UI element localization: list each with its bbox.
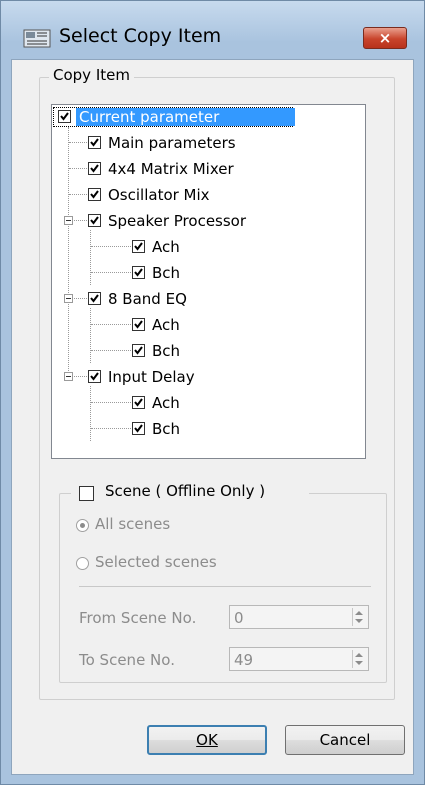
scene-checkbox[interactable] xyxy=(79,486,94,501)
checkmark-icon xyxy=(90,216,99,225)
checkmark-icon xyxy=(134,268,143,277)
from-scene-label: From Scene No. xyxy=(79,609,197,627)
checkmark-icon xyxy=(90,164,99,173)
tree-item-8-band-eq-bch[interactable]: Bch xyxy=(152,342,180,360)
to-scene-label: To Scene No. xyxy=(79,651,175,669)
collapse-icon[interactable] xyxy=(64,216,73,225)
checkmark-icon xyxy=(134,346,143,355)
checkbox-8-band-eq[interactable] xyxy=(88,292,101,305)
tree-item-input-delay-ach[interactable]: Ach xyxy=(152,394,180,412)
window-title: Select Copy Item xyxy=(59,25,222,47)
scene-separator xyxy=(79,586,371,587)
ok-button[interactable]: OK xyxy=(147,725,267,755)
tree-item-speaker-processor-bch[interactable]: Bch xyxy=(152,264,180,282)
checkmark-icon xyxy=(134,242,143,251)
checkmark-icon xyxy=(90,372,99,381)
selected-scenes-label[interactable]: Selected scenes xyxy=(95,553,217,571)
cancel-label: Cancel xyxy=(319,731,371,749)
to-scene-spinbox[interactable]: 49 xyxy=(229,647,369,671)
checkbox-input-delay-ach[interactable] xyxy=(132,396,145,409)
all-scenes-label[interactable]: All scenes xyxy=(95,515,170,533)
close-icon: × xyxy=(378,29,392,47)
tree-item-oscillator-mix[interactable]: Oscillator Mix xyxy=(108,186,210,204)
selected-scenes-radio[interactable] xyxy=(76,557,89,570)
tree-item-speaker-processor[interactable]: Speaker Processor xyxy=(108,212,246,230)
collapse-icon[interactable] xyxy=(64,294,73,303)
copy-item-tree[interactable]: Current parameter Main parameters 4x4 Ma… xyxy=(51,104,366,459)
spin-arrows-icon[interactable] xyxy=(352,608,366,626)
checkbox-speaker-processor[interactable] xyxy=(88,214,101,227)
ok-label: OK xyxy=(196,731,218,749)
checkmark-icon xyxy=(134,320,143,329)
cancel-button[interactable]: Cancel xyxy=(285,725,405,755)
checkbox-current-parameter[interactable] xyxy=(58,110,71,123)
checkbox-main-parameters[interactable] xyxy=(88,136,101,149)
checkmark-icon xyxy=(134,424,143,433)
dialog-window: Select Copy Item × Copy Item Current par… xyxy=(0,0,425,785)
checkbox-4x4-matrix-mixer[interactable] xyxy=(88,162,101,175)
checkmark-icon xyxy=(90,190,99,199)
collapse-icon[interactable] xyxy=(64,372,73,381)
app-icon xyxy=(23,29,51,48)
checkmark-icon xyxy=(90,138,99,147)
to-scene-value[interactable]: 49 xyxy=(234,651,253,669)
checkbox-input-delay[interactable] xyxy=(88,370,101,383)
from-scene-spinbox[interactable]: 0 xyxy=(229,605,369,629)
all-scenes-radio[interactable] xyxy=(76,519,89,532)
checkbox-8-band-eq-bch[interactable] xyxy=(132,344,145,357)
from-scene-value[interactable]: 0 xyxy=(234,609,244,627)
tree-item-input-delay-bch[interactable]: Bch xyxy=(152,420,180,438)
tree-item-4x4-matrix-mixer[interactable]: 4x4 Matrix Mixer xyxy=(108,160,234,178)
checkbox-speaker-processor-ach[interactable] xyxy=(132,240,145,253)
tree-item-8-band-eq[interactable]: 8 Band EQ xyxy=(108,290,187,308)
spin-arrows-icon[interactable] xyxy=(352,650,366,668)
close-button[interactable]: × xyxy=(363,27,407,49)
tree-item-speaker-processor-ach[interactable]: Ach xyxy=(152,238,180,256)
tree-item-main-parameters[interactable]: Main parameters xyxy=(108,134,236,152)
tree-item-8-band-eq-ach[interactable]: Ach xyxy=(152,316,180,334)
tree-item-current-parameter[interactable]: Current parameter xyxy=(76,108,295,126)
checkbox-8-band-eq-ach[interactable] xyxy=(132,318,145,331)
scene-checkbox-label[interactable]: Scene ( Offline Only ) xyxy=(105,482,265,500)
checkmark-icon xyxy=(90,294,99,303)
checkmark-icon xyxy=(60,112,69,121)
tree-item-input-delay[interactable]: Input Delay xyxy=(108,368,195,386)
copy-item-legend: Copy Item xyxy=(49,66,134,84)
checkbox-oscillator-mix[interactable] xyxy=(88,188,101,201)
checkmark-icon xyxy=(134,398,143,407)
checkbox-input-delay-bch[interactable] xyxy=(132,422,145,435)
checkbox-speaker-processor-bch[interactable] xyxy=(132,266,145,279)
